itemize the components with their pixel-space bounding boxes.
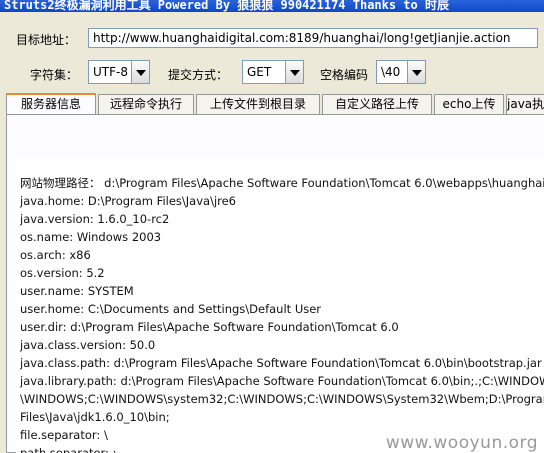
- space-encoding-select[interactable]: \40: [376, 60, 426, 84]
- space-encoding-value: \40: [381, 65, 401, 79]
- window-title: Struts2终极漏洞利用工具 Powered By 狼狼狼 990421174…: [4, 0, 449, 12]
- charset-label: 字符集：: [30, 68, 79, 82]
- output-line: java.library.path: d:\Program Files\Apac…: [20, 374, 544, 388]
- chevron-down-icon[interactable]: [407, 61, 425, 83]
- tab-java-exec[interactable]: java执: [506, 94, 544, 114]
- output-line: java.class.version: 50.0: [20, 338, 156, 352]
- output-line: user.home: C:\Documents and Settings\Def…: [20, 302, 322, 316]
- tab-upload-root[interactable]: 上传文件到根目录: [196, 94, 320, 114]
- target-url-input[interactable]: http://www.huanghaidigital.com:8189/huan…: [88, 28, 538, 48]
- output-line: user.dir: d:\Program Files\Apache Softwa…: [20, 320, 399, 334]
- output-line: java.home: D:\Program Files\Java\jre6: [20, 194, 237, 208]
- tab-bar: 服务器信息 远程命令执行 上传文件到根目录 自定义路径上传 echo上传 jav…: [6, 93, 544, 115]
- output-textarea[interactable]: 网站物理路径： d:\Program Files\Apache Software…: [16, 158, 544, 453]
- charset-select[interactable]: UTF-8: [88, 60, 150, 84]
- output-line: user.name: SYSTEM: [20, 284, 134, 298]
- method-value: GET: [247, 65, 272, 79]
- tab-echo-upload[interactable]: echo上传: [434, 94, 504, 114]
- output-line: os.arch: x86: [20, 248, 91, 262]
- tab-custom-path-upload[interactable]: 自定义路径上传: [322, 94, 432, 114]
- tab-remote-command[interactable]: 远程命令执行: [98, 94, 194, 114]
- output-line: os.name: Windows 2003: [20, 230, 162, 244]
- watermark: www.wooyun.org: [385, 433, 538, 453]
- output-lines: 网站物理路径： d:\Program Files\Apache Software…: [16, 158, 544, 453]
- chevron-down-icon[interactable]: [285, 61, 303, 83]
- output-line: Files\Java\jdk1.6.0_10\bin;: [20, 410, 170, 424]
- tab-server-info[interactable]: 服务器信息: [6, 93, 96, 115]
- method-label: 提交方式：: [168, 68, 229, 82]
- output-line: \WINDOWS;C:\WINDOWS\system32;C:\WINDOWS;…: [20, 392, 544, 406]
- output-line: os.version: 5.2: [20, 266, 105, 280]
- output-line: 网站物理路径： d:\Program Files\Apache Software…: [20, 176, 544, 190]
- output-line: java.class.path: d:\Program Files\Apache…: [20, 356, 542, 370]
- title-bar: Struts2终极漏洞利用工具 Powered By 狼狼狼 990421174…: [0, 0, 544, 12]
- chevron-down-icon[interactable]: [131, 61, 149, 83]
- charset-value: UTF-8: [93, 65, 128, 79]
- method-select[interactable]: GET: [242, 60, 304, 84]
- space-encoding-label: 空格编码: [320, 68, 369, 82]
- output-line: java.version: 1.6.0_10-rc2: [20, 212, 170, 226]
- target-url-label: 目标地址：: [16, 33, 77, 47]
